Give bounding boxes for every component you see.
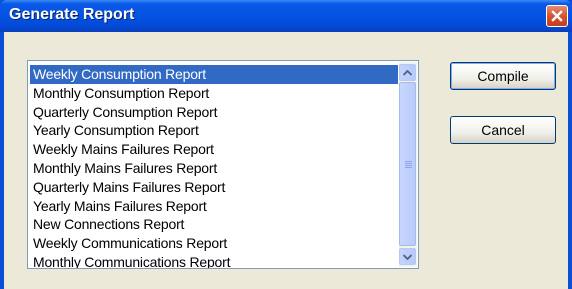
list-item[interactable]: Weekly Consumption Report (30, 65, 398, 84)
scrollbar-thumb[interactable] (399, 82, 416, 246)
list-item[interactable]: Yearly Mains Failures Report (30, 197, 398, 216)
list-item[interactable]: Quarterly Mains Failures Report (30, 178, 398, 197)
close-button[interactable] (546, 5, 568, 27)
window-title: Generate Report (9, 6, 135, 23)
thumb-grip-line (405, 163, 412, 164)
scroll-down-button[interactable] (399, 248, 416, 265)
chevron-up-icon (403, 69, 412, 76)
title-bar[interactable]: Generate Report (0, 0, 572, 32)
list-item[interactable]: Monthly Mains Failures Report (30, 159, 398, 178)
thumb-grip-line (405, 161, 412, 162)
scroll-up-button[interactable] (399, 64, 416, 81)
report-list-items: Weekly Consumption Report Monthly Consump… (30, 65, 398, 268)
dialog-client-area: Weekly Consumption Report Monthly Consump… (4, 32, 568, 289)
list-item[interactable]: Yearly Consumption Report (30, 121, 398, 140)
cancel-button[interactable]: Cancel (450, 116, 556, 144)
thumb-grip-line (405, 165, 412, 166)
list-item[interactable]: New Connections Report (30, 215, 398, 234)
list-item[interactable]: Monthly Communications Report (30, 253, 398, 268)
generate-report-dialog: Generate Report Weekly Consumption Repor… (0, 0, 572, 289)
compile-button[interactable]: Compile (450, 62, 556, 90)
list-item[interactable]: Weekly Communications Report (30, 234, 398, 253)
list-item[interactable]: Monthly Consumption Report (30, 84, 398, 103)
report-listbox[interactable]: Weekly Consumption Report Monthly Consump… (27, 60, 419, 269)
thumb-grip-line (405, 167, 412, 168)
list-item[interactable]: Weekly Mains Failures Report (30, 140, 398, 159)
list-item[interactable]: Quarterly Consumption Report (30, 103, 398, 122)
chevron-down-icon (403, 253, 412, 260)
close-x-icon (551, 10, 563, 22)
vertical-scrollbar[interactable] (399, 62, 417, 267)
